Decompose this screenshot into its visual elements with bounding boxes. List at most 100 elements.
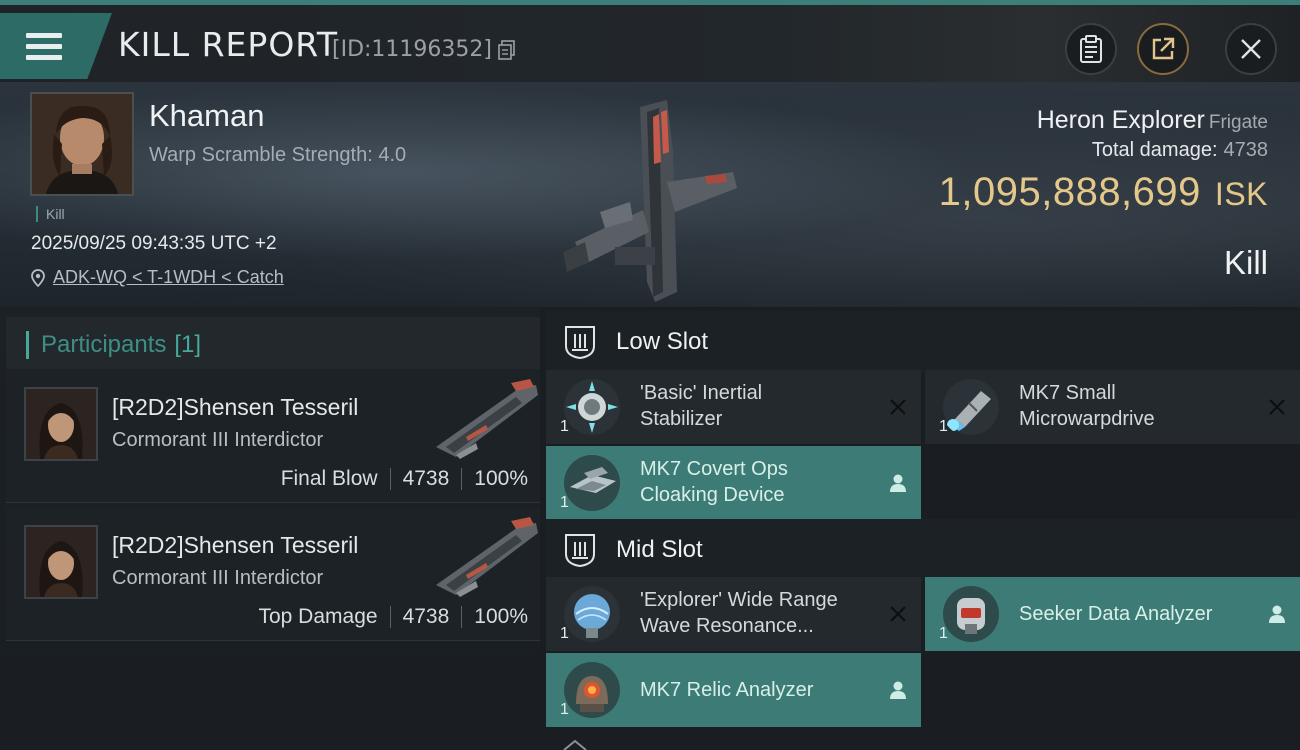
module-name: 'Explorer' Wide Range Wave Resonance... — [640, 587, 880, 639]
module-name: MK7 Relic Analyzer — [640, 679, 814, 701]
module-item[interactable]: 1 'Basic' Inertial Stabilizer — [546, 370, 921, 444]
kill-result: Kill — [1223, 244, 1268, 281]
module-quantity: 1 — [939, 625, 948, 642]
isk-amount: 1,095,888,699 — [938, 170, 1201, 214]
module-name-line: Stabilizer — [640, 408, 723, 430]
share-button[interactable] — [1137, 23, 1189, 75]
pilot-avatar-icon — [26, 527, 96, 597]
divider — [389, 468, 391, 490]
module-item[interactable]: 1 MK7 Covert Ops Cloaking Device — [546, 446, 921, 520]
kill-tag: Kill — [36, 206, 65, 222]
module-quantity: 1 — [560, 494, 569, 511]
share-icon — [1152, 37, 1175, 60]
module-quantity: 1 — [560, 625, 569, 642]
destroyed-icon — [1269, 399, 1285, 415]
module-name: 'Basic' Inertial Stabilizer — [640, 380, 880, 432]
dropped-person-icon — [1269, 605, 1285, 623]
participants-label: Participants — [41, 331, 167, 358]
module-quantity: 1 — [939, 418, 948, 435]
victim-ship-name[interactable]: Heron Explorer Frigate — [1037, 106, 1268, 135]
module-item[interactable]: 1 MK7 Small Microwarpdrive — [925, 370, 1300, 444]
victim-banner: Khaman Warp Scramble Strength: 4.0 Kill … — [0, 82, 1300, 307]
module-name-line: MK7 Covert Ops — [640, 458, 788, 480]
relic-analyzer-icon — [564, 662, 620, 718]
pilot-avatar-icon — [32, 94, 132, 194]
copy-icon[interactable] — [498, 40, 516, 60]
module-quantity: 1 — [560, 701, 569, 718]
total-damage-label: Total damage: — [1091, 139, 1218, 161]
page-title: KILL REPORT — [118, 25, 338, 64]
cloaking-device-icon — [564, 455, 620, 511]
destroyed-icon — [890, 399, 906, 415]
victim-portrait[interactable] — [30, 92, 134, 196]
participant-damage: 4738 — [402, 467, 450, 490]
clipboard-button[interactable] — [1065, 23, 1117, 75]
low-slot-header: Low Slot — [546, 311, 1300, 373]
mid-slot-icon — [565, 534, 595, 568]
module-name-line: Cloaking Device — [640, 484, 785, 506]
participant-stats: Top Damage 4738 100% — [258, 605, 528, 629]
isk-value: 1,095,888,699 ISK — [939, 170, 1268, 215]
participants-panel: Participants [1] [R2D2]Shensen Tesseril … — [0, 307, 540, 750]
participant-name[interactable]: [R2D2]Shensen Tesseril — [112, 532, 358, 559]
microwarpdrive-icon — [943, 379, 999, 435]
destroyed-icon — [890, 606, 906, 622]
kill-datetime: 2025/09/25 09:43:35 UTC +2 — [31, 233, 277, 254]
fitting-panel: Low Slot 1 'Basic' Inertial Stabilizer 1 — [540, 307, 1300, 750]
participant-avatar — [24, 525, 98, 599]
victim-name[interactable]: Khaman — [149, 98, 264, 134]
victim-ship-image — [563, 100, 737, 302]
participant-row[interactable]: [R2D2]Shensen Tesseril Cormorant III Int… — [6, 507, 540, 641]
module-quantity: 1 — [560, 418, 569, 435]
module-item[interactable]: 1 MK7 Relic Analyzer — [546, 653, 921, 727]
header-bar: KILL REPORT [ID:11196352] — [0, 5, 1300, 82]
participant-role: Top Damage — [258, 605, 378, 628]
module-name-line: 'Basic' Inertial — [640, 382, 763, 404]
module-name: MK7 Small Microwarpdrive — [1019, 380, 1259, 432]
clipboard-icon — [1080, 35, 1102, 63]
participant-role: Final Blow — [280, 467, 378, 490]
kill-location[interactable]: ADK-WQ < T-1WDH < Catch — [31, 267, 284, 288]
mid-slot-label: Mid Slot — [616, 536, 703, 563]
participant-percent: 100% — [474, 467, 528, 490]
location-link[interactable]: ADK-WQ < T-1WDH < Catch — [53, 267, 284, 288]
divider — [389, 606, 391, 628]
data-analyzer-icon — [943, 586, 999, 642]
total-damage-value: 4738 — [1223, 139, 1269, 161]
participant-ship-image — [436, 517, 538, 597]
module-item[interactable]: 1 Seeker Data Analyzer — [925, 577, 1300, 651]
module-name-line: MK7 Small — [1019, 382, 1116, 404]
participant-avatar — [24, 387, 98, 461]
ship-type-name: Heron Explorer — [1036, 106, 1205, 134]
next-slot-icon — [563, 739, 587, 750]
module-name: Seeker Data Analyzer — [1019, 603, 1213, 625]
low-slot-label: Low Slot — [616, 328, 709, 355]
participant-ship-image — [436, 379, 538, 459]
divider — [461, 606, 463, 628]
isk-unit: ISK — [1214, 176, 1268, 212]
close-button[interactable] — [1225, 23, 1277, 75]
warp-scramble-strength: Warp Scramble Strength: 4.0 — [149, 144, 407, 166]
dropped-person-icon — [890, 681, 906, 699]
total-damage: Total damage: 4738 — [1092, 139, 1268, 162]
menu-button[interactable] — [0, 13, 112, 79]
participant-name[interactable]: [R2D2]Shensen Tesseril — [112, 394, 358, 421]
report-id: [ID:11196352] — [332, 37, 492, 62]
low-slot-icon — [565, 326, 595, 360]
participant-stats: Final Blow 4738 100% — [281, 467, 528, 491]
divider — [461, 468, 463, 490]
module-name-line: 'Explorer' Wide Range — [640, 589, 838, 611]
location-pin-icon — [31, 268, 45, 287]
participant-row[interactable]: [R2D2]Shensen Tesseril Cormorant III Int… — [6, 369, 540, 503]
header-accent — [26, 331, 29, 359]
module-name: MK7 Covert Ops Cloaking Device — [640, 456, 880, 508]
inertial-stabilizer-icon — [564, 379, 620, 435]
ship-class: Frigate — [1208, 112, 1268, 133]
participants-header: Participants [1] — [6, 317, 540, 373]
dropped-person-icon — [890, 474, 906, 492]
participant-ship: Cormorant III Interdictor — [112, 567, 324, 589]
participant-ship: Cormorant III Interdictor — [112, 429, 324, 451]
wave-resonance-icon — [564, 586, 620, 642]
close-icon — [1241, 39, 1261, 59]
module-item[interactable]: 1 'Explorer' Wide Range Wave Resonance..… — [546, 577, 921, 651]
